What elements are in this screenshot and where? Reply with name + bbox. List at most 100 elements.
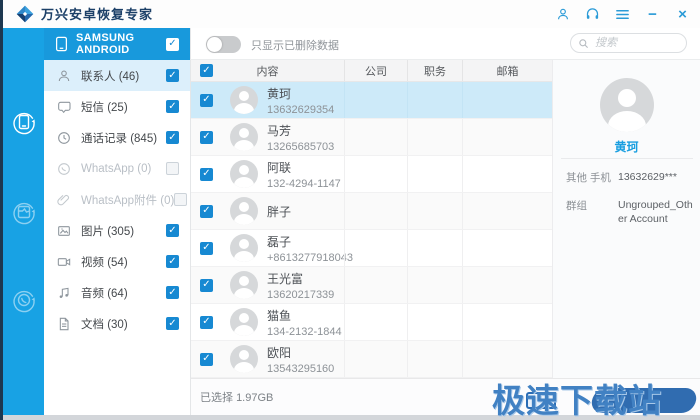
- contact-cell: ✓ 胖子: [191, 193, 344, 229]
- category-videos[interactable]: 视频 (54) ✓: [44, 246, 190, 277]
- search-icon: [578, 38, 589, 49]
- broken-device-recovery-icon[interactable]: [10, 198, 38, 231]
- table-row[interactable]: ✓ 磊子 +8613277918043: [191, 230, 552, 267]
- category-audio-checkbox[interactable]: ✓: [166, 286, 179, 299]
- contact-name: 王光富: [267, 271, 304, 286]
- wondershare-logo-icon: [16, 5, 34, 22]
- table-row[interactable]: ✓ 阿联 132-4294-1147: [191, 156, 552, 193]
- column-header-content[interactable]: ✓ 内容: [191, 60, 344, 81]
- category-sms-checkbox[interactable]: ✓: [166, 100, 179, 113]
- select-all-checkbox[interactable]: ✓: [200, 64, 213, 77]
- contact-phone: 13632629354: [267, 103, 335, 116]
- contact-name: 阿联: [267, 160, 292, 175]
- contact-phone: 13620217339: [267, 288, 335, 301]
- category-documents-checkbox[interactable]: ✓: [166, 317, 179, 330]
- row-checkbox[interactable]: ✓: [200, 352, 213, 366]
- detail-field-other-phone: 其他 手机 13632629***: [566, 171, 677, 184]
- category-whatsapp-attachments-checkbox[interactable]: [174, 193, 188, 206]
- contact-table: ✓ 黄珂 13632629354 ✓ 马芳 13265685703 ✓ 阿联 1…: [190, 82, 552, 378]
- audio-icon: [59, 287, 69, 298]
- category-whatsapp-attachments[interactable]: WhatsApp附件 (0): [44, 184, 190, 215]
- category-contacts-checkbox[interactable]: ✓: [166, 69, 179, 82]
- table-row[interactable]: ✓ 王光富 13620217339: [191, 267, 552, 304]
- column-header-company[interactable]: 公司: [344, 60, 407, 81]
- position-cell: [407, 156, 462, 192]
- account-icon[interactable]: [555, 7, 570, 22]
- device-header[interactable]: SAMSUNG ANDROID ✓: [44, 28, 190, 60]
- category-whatsapp[interactable]: WhatsApp (0): [44, 153, 190, 184]
- search-input[interactable]: [593, 36, 677, 50]
- company-cell: [344, 156, 407, 192]
- position-cell: [407, 267, 462, 303]
- search-box[interactable]: [570, 33, 687, 53]
- device-checkbox[interactable]: ✓: [166, 37, 179, 51]
- category-sms[interactable]: 短信 (25) ✓: [44, 91, 190, 122]
- category-documents[interactable]: 文档 (30) ✓: [44, 308, 190, 339]
- contact-cell: ✓ 欧阳 13543295160: [191, 341, 344, 377]
- category-photos[interactable]: 图片 (305) ✓: [44, 215, 190, 246]
- toggle-knob: [207, 37, 222, 52]
- titlebar-icons: − ×: [555, 0, 690, 28]
- category-audio[interactable]: 音频 (64) ✓: [44, 277, 190, 308]
- table-row[interactable]: ✓ 马芳 13265685703: [191, 119, 552, 156]
- row-checkbox[interactable]: ✓: [200, 278, 213, 292]
- company-cell: [344, 341, 407, 377]
- column-header-email[interactable]: 邮箱: [462, 60, 552, 81]
- contact-name: 马芳: [267, 123, 292, 138]
- position-cell: [407, 193, 462, 229]
- whatsapp-recovery-icon[interactable]: [10, 286, 38, 319]
- toolbar: 只显示已删除数据: [190, 28, 700, 60]
- contact-phone: 13543295160: [267, 362, 335, 375]
- android-data-recovery-icon[interactable]: [10, 108, 38, 141]
- email-cell: [462, 304, 552, 340]
- company-cell: [344, 267, 407, 303]
- row-checkbox[interactable]: ✓: [200, 130, 213, 144]
- email-cell: [462, 230, 552, 266]
- minimize-icon[interactable]: −: [645, 7, 660, 22]
- email-cell: [462, 156, 552, 192]
- category-photos-checkbox[interactable]: ✓: [166, 224, 179, 237]
- close-icon[interactable]: ×: [675, 7, 690, 22]
- detail-field-group: 群组 Ungrouped_Other Account: [566, 199, 693, 225]
- show-deleted-toggle[interactable]: [206, 36, 241, 53]
- category-videos-checkbox[interactable]: ✓: [166, 255, 179, 268]
- sms-icon: [58, 101, 71, 113]
- email-cell: [462, 267, 552, 303]
- contact-cell: ✓ 猫鱼 134-2132-1844: [191, 304, 344, 340]
- app-logo: 万兴安卓恢复专家: [16, 4, 153, 23]
- category-call-history-checkbox[interactable]: ✓: [166, 131, 179, 144]
- detail-divider: [561, 158, 693, 159]
- contact-avatar-icon: [230, 234, 258, 262]
- company-cell: [344, 230, 407, 266]
- row-checkbox[interactable]: ✓: [200, 167, 213, 181]
- support-headset-icon[interactable]: [585, 7, 600, 22]
- app-window: 万兴安卓恢复专家 − × SAMSUNG ANDROID ✓ 联系人 (46) …: [0, 0, 700, 420]
- contact-cell: ✓ 王光富 13620217339: [191, 267, 344, 303]
- contact-cell: ✓ 黄珂 13632629354: [191, 82, 344, 118]
- table-row[interactable]: ✓ 欧阳 13543295160: [191, 341, 552, 378]
- row-checkbox[interactable]: ✓: [200, 204, 213, 218]
- position-cell: [407, 119, 462, 155]
- menu-icon[interactable]: [615, 7, 630, 22]
- row-checkbox[interactable]: ✓: [200, 93, 213, 107]
- position-cell: [407, 82, 462, 118]
- category-call-history[interactable]: 通话记录 (845) ✓: [44, 122, 190, 153]
- table-row[interactable]: ✓ 猫鱼 134-2132-1844: [191, 304, 552, 341]
- contact-avatar-icon: [230, 197, 258, 225]
- contact-detail-panel: 黄珂 其他 手机 13632629*** 群组 Ungrouped_Other …: [552, 60, 700, 378]
- detail-contact-name: 黄珂: [614, 140, 639, 154]
- column-header-position[interactable]: 职务: [407, 60, 462, 81]
- category-whatsapp-checkbox[interactable]: [166, 162, 179, 175]
- window-left-border: [0, 0, 3, 420]
- window-bottom-edge: [0, 415, 700, 420]
- row-checkbox[interactable]: ✓: [200, 315, 213, 329]
- row-checkbox[interactable]: ✓: [200, 241, 213, 255]
- table-row[interactable]: ✓ 胖子: [191, 193, 552, 230]
- category-contacts[interactable]: 联系人 (46) ✓: [44, 60, 190, 91]
- contact-cell: ✓ 磊子 +8613277918043: [191, 230, 353, 266]
- contact-phone: 13265685703: [267, 140, 335, 153]
- contact-cell: ✓ 阿联 132-4294-1147: [191, 156, 344, 192]
- phone-icon: [55, 36, 68, 52]
- email-cell: [462, 193, 552, 229]
- table-row[interactable]: ✓ 黄珂 13632629354: [191, 82, 552, 119]
